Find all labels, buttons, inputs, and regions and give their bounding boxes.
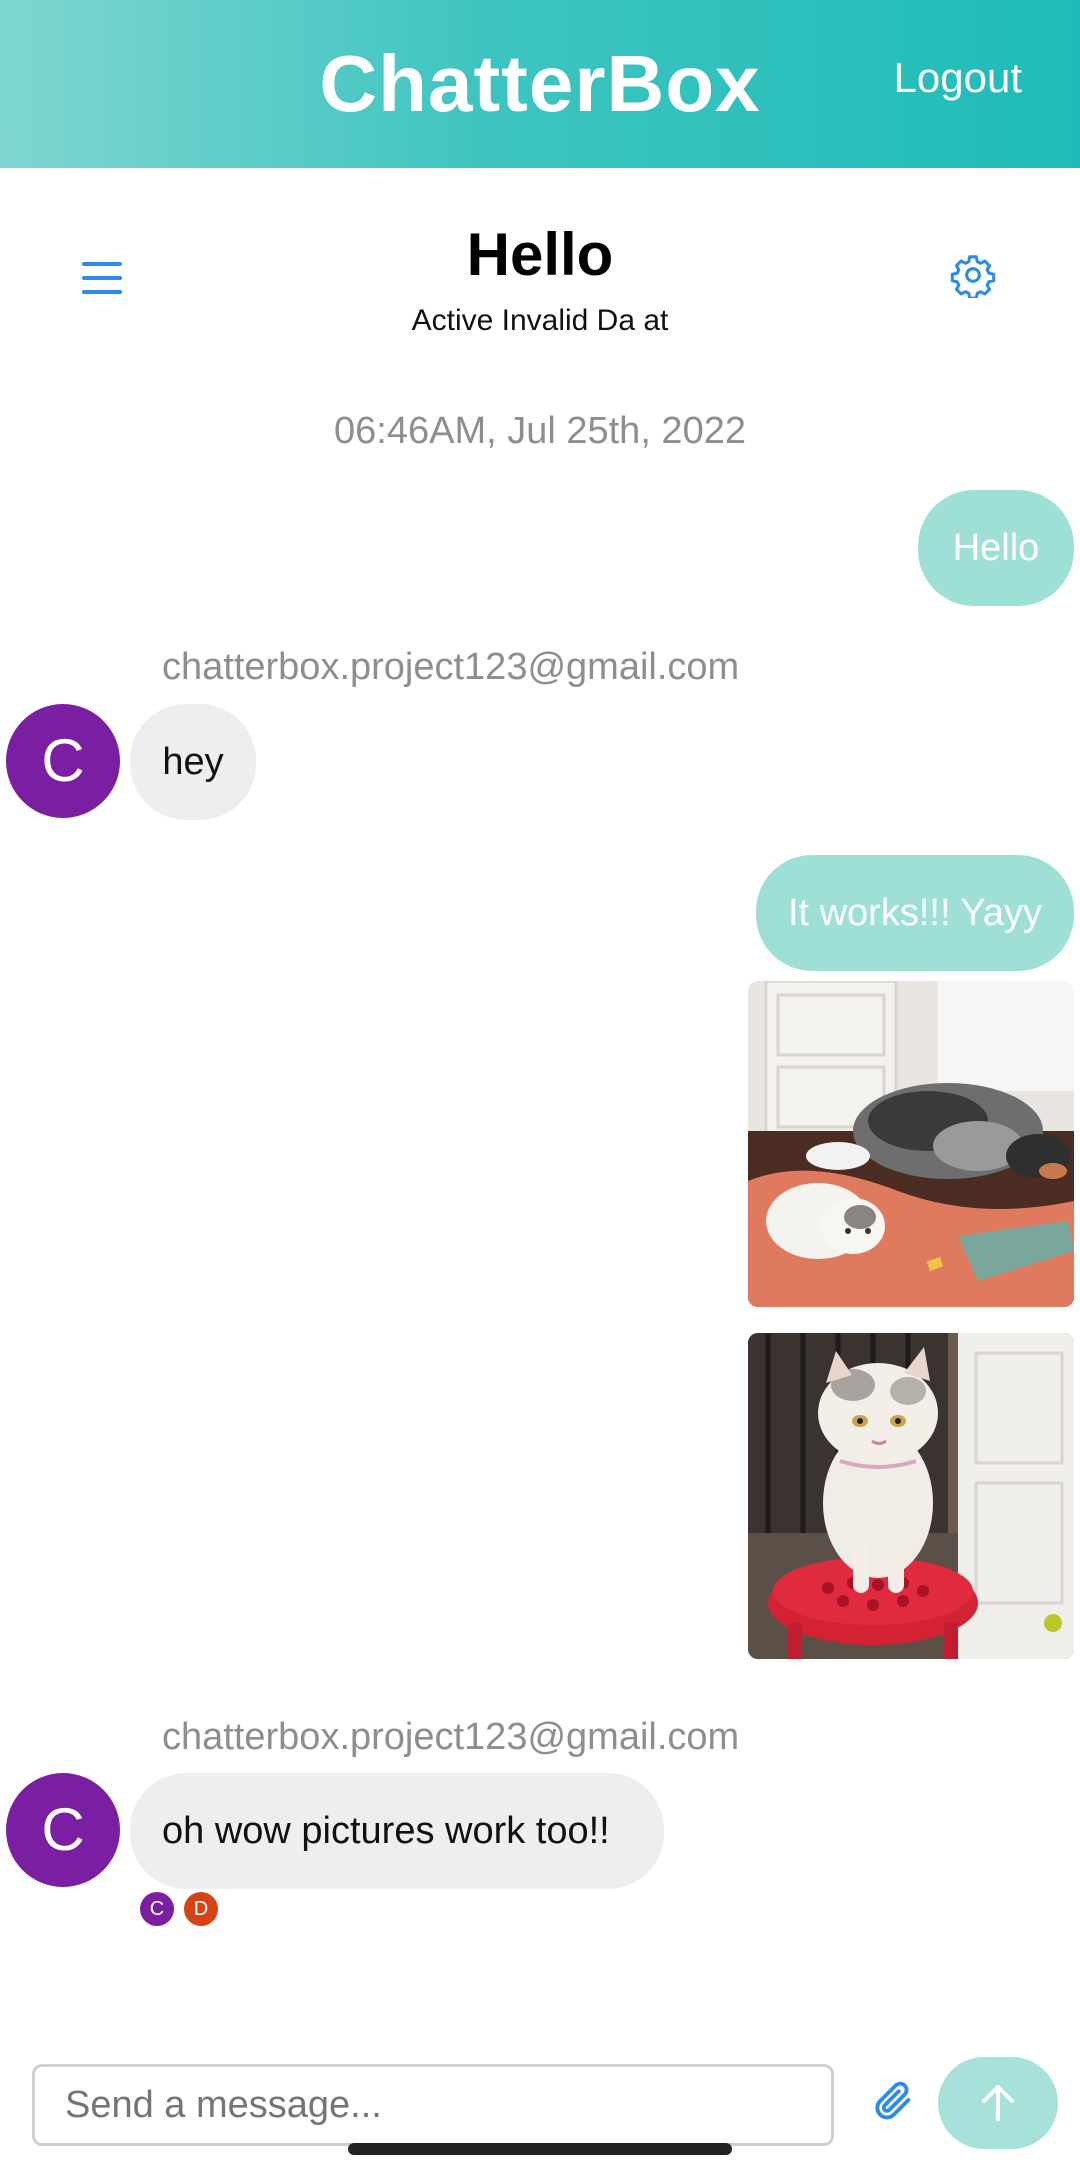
chat-screen: ChatterBox Logout Hello Active Invalid D…	[0, 0, 1080, 2177]
chat-header: Hello Active Invalid Da at	[0, 168, 1080, 368]
sender-email: chatterbox.project123@gmail.com	[162, 1716, 740, 1758]
read-receipt-avatar: C	[140, 1892, 174, 1926]
cat-on-stool-photo	[748, 1333, 1074, 1659]
image-message[interactable]	[748, 981, 1074, 1307]
message-input[interactable]	[32, 2064, 834, 2146]
chat-title: Hello	[466, 221, 614, 288]
outgoing-message[interactable]: It works!!! Yayy	[756, 855, 1074, 971]
avatar[interactable]: C	[6, 1773, 120, 1887]
gear-icon[interactable]	[950, 252, 996, 298]
cat-and-dog-photo	[748, 981, 1074, 1307]
send-button[interactable]	[938, 2057, 1058, 2149]
home-indicator	[348, 2143, 732, 2155]
incoming-message[interactable]: oh wow pictures work too!!	[130, 1773, 664, 1889]
paperclip-icon[interactable]	[870, 2078, 916, 2124]
sender-email: chatterbox.project123@gmail.com	[162, 646, 740, 688]
read-receipt-avatar: D	[184, 1892, 218, 1926]
top-app-bar: ChatterBox Logout	[0, 0, 1080, 168]
avatar[interactable]: C	[6, 704, 120, 818]
conversation-timestamp: 06:46AM, Jul 25th, 2022	[334, 410, 746, 452]
image-message[interactable]	[748, 1333, 1074, 1659]
incoming-message[interactable]: hey	[130, 704, 256, 820]
logout-button[interactable]: Logout	[894, 54, 1022, 102]
chat-status: Active Invalid Da at	[411, 304, 669, 337]
arrow-up-icon	[982, 2085, 1014, 2121]
outgoing-message[interactable]: Hello	[918, 490, 1074, 606]
